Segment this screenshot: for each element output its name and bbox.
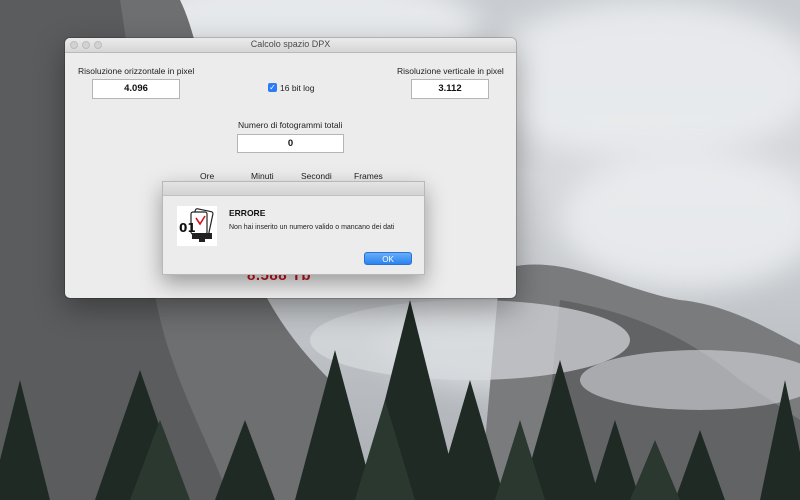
alert-header-bar — [163, 182, 424, 196]
seconds-label: Secondi — [301, 171, 332, 181]
log-checkbox-label: 16 bit log — [280, 83, 315, 93]
window-title: Calcolo spazio DPX — [250, 39, 331, 49]
total-frames-field[interactable]: 0 — [237, 134, 344, 153]
error-alert: 01 ERRORE Non hai inserito un numero val… — [162, 181, 425, 275]
horizontal-resolution-field[interactable]: 4.096 — [92, 79, 180, 99]
minutes-label: Minuti — [251, 171, 274, 181]
ok-button[interactable]: OK — [364, 252, 412, 265]
total-frames-label: Numero di fotogrammi totali — [238, 120, 343, 130]
alert-message: Non hai inserito un numero valido o manc… — [229, 224, 395, 231]
vertical-resolution-field[interactable]: 3.112 — [411, 79, 489, 99]
frames-label: Frames — [354, 171, 383, 181]
log-checkbox[interactable]: ✓ — [268, 83, 277, 92]
alert-title: ERRORE — [229, 208, 266, 218]
app-icon: 01 — [177, 206, 217, 246]
title-bar[interactable]: Calcolo spazio DPX — [65, 38, 516, 53]
horizontal-resolution-label: Risoluzione orizzontale in pixel — [78, 66, 195, 76]
app-icon-text: 01 — [179, 221, 196, 235]
hours-label: Ore — [200, 171, 215, 181]
vertical-resolution-label: Risoluzione verticale in pixel — [397, 66, 504, 76]
